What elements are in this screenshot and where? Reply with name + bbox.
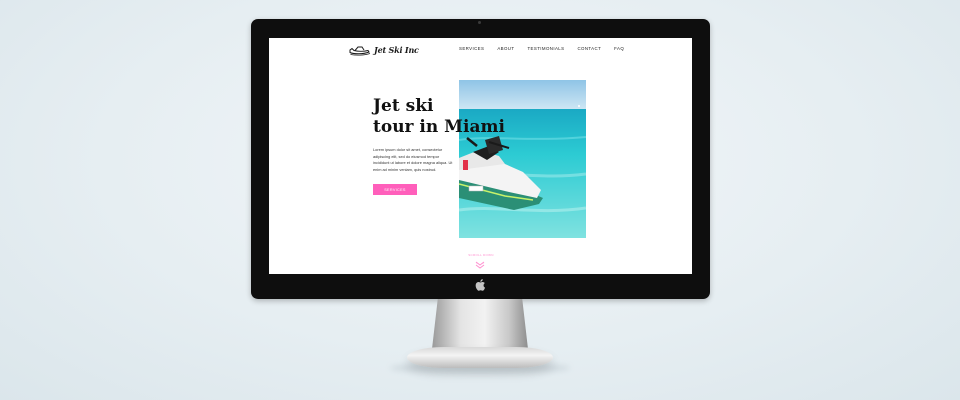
hero-title-line-2: tour in Miami xyxy=(373,117,523,138)
nav-item-contact[interactable]: CONTACT xyxy=(577,46,601,51)
hero-title-prefix: tour in xyxy=(373,117,445,137)
nav-item-services[interactable]: SERVICES xyxy=(459,46,484,51)
nav-item-about[interactable]: ABOUT xyxy=(497,46,514,51)
site-header: Jet Ski Inc SERVICES ABOUT TESTIMONIALS … xyxy=(269,38,692,62)
nav-item-faq[interactable]: FAQ xyxy=(614,46,624,51)
scroll-down-icon[interactable] xyxy=(474,260,486,270)
logo-text: Jet Ski Inc xyxy=(374,45,419,55)
hero-description: Lorem ipsum dolor sit amet, consectetur … xyxy=(373,147,453,172)
monitor-stand xyxy=(432,299,528,349)
main-nav: SERVICES ABOUT TESTIMONIALS CONTACT FAQ xyxy=(459,46,624,51)
scroll-down-label: SCROLL DOWN xyxy=(468,253,494,257)
services-cta-button[interactable]: SERVICES xyxy=(373,184,417,195)
camera-icon xyxy=(478,21,481,24)
hero-title-highlight: Miami xyxy=(444,117,506,137)
website-screen: Jet Ski Inc SERVICES ABOUT TESTIMONIALS … xyxy=(269,38,692,274)
nav-item-testimonials[interactable]: TESTIMONIALS xyxy=(527,46,564,51)
apple-logo-icon xyxy=(473,279,487,293)
hero-title: Jet ski tour in Miami xyxy=(373,96,523,138)
hero-title-line-1: Jet ski xyxy=(373,96,434,116)
jet-ski-logo-icon xyxy=(349,46,371,56)
monitor-stand-base xyxy=(407,347,553,368)
site-logo[interactable]: Jet Ski Inc xyxy=(349,43,419,57)
